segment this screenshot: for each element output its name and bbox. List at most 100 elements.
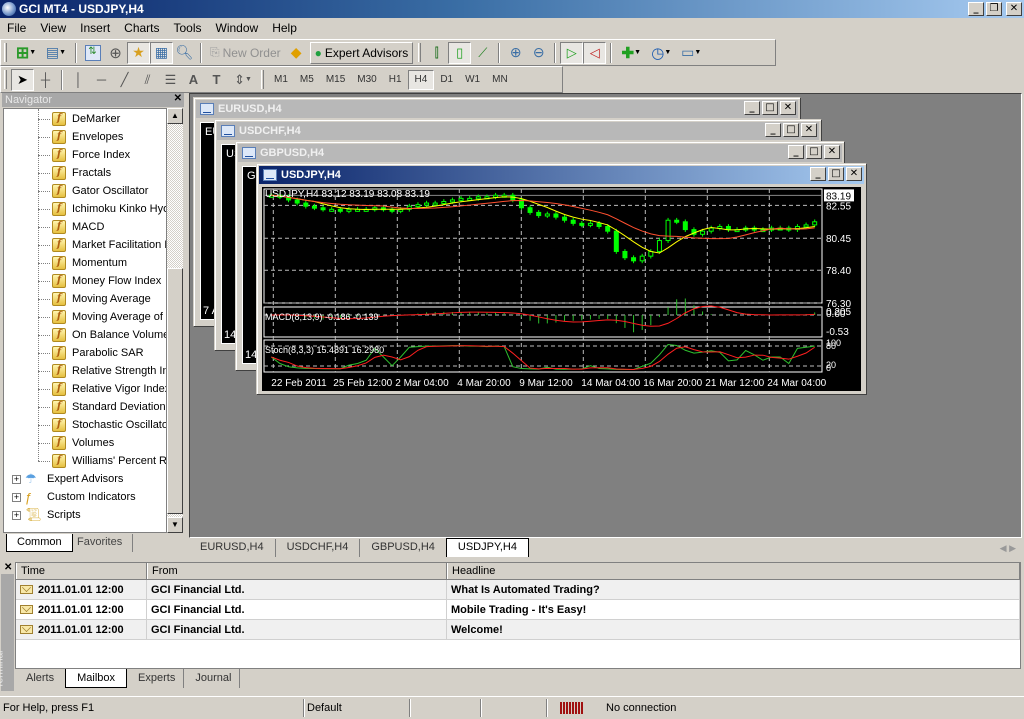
chart-window-usdjpy[interactable]: USDJPY,H4 _ □ ✕ 22 Feb 2011 25 Feb 12:00 2 M… bbox=[256, 163, 867, 395]
expand-icon[interactable]: + bbox=[12, 492, 21, 502]
terminal-close-icon[interactable]: ✕ bbox=[4, 562, 12, 573]
column-time[interactable]: Time bbox=[16, 563, 147, 579]
terminal-tab-experts[interactable]: Experts bbox=[127, 669, 185, 688]
auto-scroll-icon[interactable]: ▷ bbox=[560, 41, 584, 64]
terminal-tab-journal[interactable]: Journal bbox=[184, 669, 241, 688]
minimize-button[interactable]: _ bbox=[810, 167, 826, 181]
strategy-tester-icon[interactable]: 🔍︎ bbox=[173, 42, 196, 64]
restore-button[interactable]: ❐ bbox=[986, 2, 1002, 16]
menu-charts[interactable]: Charts bbox=[117, 21, 166, 35]
text-icon[interactable]: A bbox=[182, 69, 205, 91]
navigator-close-icon[interactable]: ✕ bbox=[174, 93, 182, 104]
timeframe-w1[interactable]: W1 bbox=[459, 70, 486, 90]
navigator-group-custom-indicators[interactable]: + ƒ Custom Indicators bbox=[12, 488, 136, 506]
navigator-indicator-item[interactable]: f Ichimoku Kinko Hyo bbox=[38, 200, 166, 218]
terminal-icon[interactable]: ▦ bbox=[150, 41, 173, 64]
scroll-thumb[interactable] bbox=[167, 268, 183, 514]
navigator-indicator-item[interactable]: f Relative Vigor Index bbox=[38, 380, 166, 398]
terminal-tab-alerts[interactable]: Alerts bbox=[15, 669, 65, 688]
column-from[interactable]: From bbox=[147, 563, 447, 579]
scroll-up-button[interactable]: ▲ bbox=[167, 108, 183, 124]
close-button[interactable]: ✕ bbox=[824, 145, 840, 159]
new-chart-icon[interactable]: ⊞ ▼ bbox=[11, 42, 41, 64]
expert-advisors-button[interactable]: ● Expert Advisors bbox=[309, 41, 414, 64]
column-headline[interactable]: Headline bbox=[447, 563, 1020, 579]
chart-tab-gbpusd[interactable]: GBPUSD,H4 bbox=[359, 539, 446, 557]
equidistant-channel-icon[interactable]: ⫽ bbox=[136, 69, 159, 91]
chart-window-titlebar[interactable]: USDJPY,H4 _ □ ✕ bbox=[259, 166, 864, 184]
maximize-button[interactable]: □ bbox=[783, 123, 799, 137]
navigator-indicator-item[interactable]: f Williams' Percent Ra bbox=[38, 452, 166, 470]
menu-view[interactable]: View bbox=[33, 21, 73, 35]
terminal-tab-mailbox[interactable]: Mailbox bbox=[65, 669, 128, 688]
trendline-icon[interactable]: ╱ bbox=[113, 69, 136, 91]
table-row[interactable]: 2011.01.01 12:00 GCI Financial Ltd. Welcom… bbox=[16, 619, 1020, 640]
navigator-indicator-item[interactable]: f DeMarker bbox=[38, 110, 120, 128]
close-button[interactable]: ✕ bbox=[846, 167, 862, 181]
navigator-indicator-item[interactable]: f Gator Oscillator bbox=[38, 182, 148, 200]
navigator-indicator-item[interactable]: f Fractals bbox=[38, 164, 111, 182]
navigator-group-expert-advisors[interactable]: + ☂ Expert Advisors bbox=[12, 470, 123, 488]
chart-window-titlebar[interactable]: EURUSD,H4 _ □ ✕ bbox=[196, 100, 798, 118]
navigator-indicator-item[interactable]: f Momentum bbox=[38, 254, 127, 272]
navigator-indicator-item[interactable]: f Market Facilitation I bbox=[38, 236, 166, 254]
chart-tab-eurusd[interactable]: EURUSD,H4 bbox=[189, 539, 275, 557]
horizontal-line-icon[interactable]: ─ bbox=[90, 69, 113, 91]
profiles-icon[interactable]: ▤ ▼ bbox=[41, 42, 71, 64]
maximize-button[interactable]: □ bbox=[806, 145, 822, 159]
navigator-indicator-item[interactable]: f Standard Deviation bbox=[38, 398, 166, 416]
expand-icon[interactable]: + bbox=[12, 510, 21, 520]
menu-window[interactable]: Window bbox=[209, 21, 266, 35]
line-chart-icon[interactable]: ⟋ bbox=[471, 42, 494, 64]
alert-icon[interactable]: ◆ bbox=[285, 42, 308, 64]
navigator-indicator-item[interactable]: f Moving Average of bbox=[38, 308, 163, 326]
table-row[interactable]: 2011.01.01 12:00 GCI Financial Ltd. What I… bbox=[16, 579, 1020, 600]
new-order-button[interactable]: ⎘ New Order bbox=[206, 42, 285, 64]
minimize-button[interactable]: _ bbox=[968, 2, 984, 16]
navigator-indicator-item[interactable]: f Force Index bbox=[38, 146, 130, 164]
candlestick-chart-icon[interactable]: ▯ bbox=[448, 41, 472, 64]
menu-help[interactable]: Help bbox=[265, 21, 304, 35]
timeframe-m15[interactable]: M15 bbox=[320, 70, 351, 90]
data-window-icon[interactable]: ⊕ bbox=[104, 42, 127, 64]
navigator-scrollbar[interactable]: ▲ ▼ bbox=[167, 108, 183, 533]
timeframe-h4[interactable]: H4 bbox=[407, 69, 435, 90]
chart-window-titlebar[interactable]: USDCHF,H4 _ □ ✕ bbox=[217, 122, 819, 140]
timeframe-m1[interactable]: M1 bbox=[268, 70, 294, 90]
navigator-indicator-item[interactable]: f Envelopes bbox=[38, 128, 123, 146]
scroll-down-button[interactable]: ▼ bbox=[167, 517, 183, 533]
navigator-icon[interactable]: ★ bbox=[127, 41, 150, 64]
crosshair-icon[interactable]: ┼ bbox=[34, 69, 57, 91]
close-button[interactable]: ✕ bbox=[780, 101, 796, 115]
price-chart[interactable]: 22 Feb 2011 25 Feb 12:00 2 Mar 04:00 4 Mar … bbox=[262, 187, 861, 391]
arrows-icon[interactable]: ⇕ ▼ bbox=[228, 69, 258, 91]
text-label-icon[interactable]: T bbox=[205, 69, 228, 91]
minimize-button[interactable]: _ bbox=[765, 123, 781, 137]
menu-tools[interactable]: Tools bbox=[167, 21, 209, 35]
chart-tab-usdjpy[interactable]: USDJPY,H4 bbox=[445, 538, 529, 557]
cursor-icon[interactable]: ➤ bbox=[11, 68, 34, 91]
close-button[interactable]: ✕ bbox=[1006, 2, 1022, 16]
timeframe-d1[interactable]: D1 bbox=[434, 70, 459, 90]
menu-insert[interactable]: Insert bbox=[73, 21, 117, 35]
maximize-button[interactable]: □ bbox=[762, 101, 778, 115]
navigator-indicator-item[interactable]: f Volumes bbox=[38, 434, 114, 452]
maximize-button[interactable]: □ bbox=[828, 167, 844, 181]
nav-tab-favorites[interactable]: Favorites bbox=[67, 534, 134, 552]
timeframe-mn[interactable]: MN bbox=[486, 70, 514, 90]
fibonacci-icon[interactable]: ☰ bbox=[159, 69, 182, 91]
indicators-icon[interactable]: ✚ ▼ bbox=[616, 42, 646, 64]
chart-tab-usdchf[interactable]: USDCHF,H4 bbox=[274, 539, 360, 557]
menu-file[interactable]: File bbox=[0, 21, 33, 35]
market-watch-icon[interactable]: ⇅ bbox=[81, 42, 104, 64]
navigator-indicator-item[interactable]: f Moving Average bbox=[38, 290, 151, 308]
navigator-group-scripts[interactable]: + 📜︎ Scripts bbox=[12, 506, 81, 524]
navigator-indicator-item[interactable]: f Relative Strength In bbox=[38, 362, 166, 380]
nav-tab-common[interactable]: Common bbox=[6, 534, 73, 552]
close-button[interactable]: ✕ bbox=[801, 123, 817, 137]
timeframe-m5[interactable]: M5 bbox=[294, 70, 320, 90]
vertical-line-icon[interactable]: │ bbox=[67, 69, 90, 91]
tab-scroll-arrows-icon[interactable]: ◀ ▶ bbox=[994, 540, 1022, 557]
bar-chart-icon[interactable]: ⫿ bbox=[425, 42, 448, 64]
zoom-in-icon[interactable]: ⊕ bbox=[504, 42, 527, 64]
